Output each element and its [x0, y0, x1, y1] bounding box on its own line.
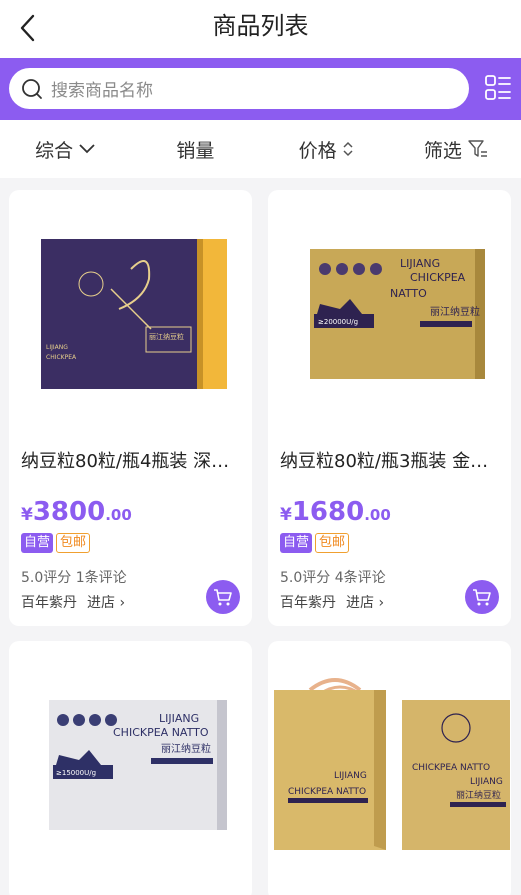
- product-card[interactable]: LIJIANG CHICKPEA NATTO CHICKPEA NATTO LI…: [268, 641, 511, 895]
- search-icon: [22, 78, 42, 99]
- search-input[interactable]: 搜索商品名称: [9, 68, 469, 109]
- sort-sales[interactable]: 销量: [130, 120, 260, 178]
- product-price: ¥1680.00: [280, 497, 391, 527]
- box-label-en3: NATTO: [390, 287, 427, 300]
- enter-shop-link[interactable]: 进店 ›: [87, 595, 125, 611]
- shop-info: 百年紫丹 进店 ›: [280, 592, 384, 612]
- shop-name: 百年紫丹: [21, 595, 77, 611]
- product-name[interactable]: 纳豆粒80粒/瓶3瓶装 金色礼盒: [280, 447, 502, 473]
- sort-price[interactable]: 价格: [261, 120, 391, 178]
- box-label-en2: LIJIANG: [470, 777, 503, 787]
- product-rating: 5.0评分 1条评论: [21, 570, 127, 586]
- add-to-cart-button[interactable]: [206, 580, 240, 614]
- sort-updown-icon: [343, 141, 353, 157]
- sort-sales-label: 销量: [176, 139, 215, 162]
- filter-icon: [468, 140, 487, 157]
- product-card[interactable]: 丽江纳豆粒 LIJIANG CHICKPEA 纳豆粒80粒/瓶4瓶装 深紫礼盒 …: [9, 190, 252, 626]
- shop-name: 百年紫丹: [280, 595, 336, 611]
- sort-filter-label: 筛选: [423, 139, 462, 162]
- add-to-cart-button[interactable]: [465, 580, 499, 614]
- enter-shop-link[interactable]: 进店 ›: [346, 595, 384, 611]
- top-bar: 商品列表: [0, 0, 521, 58]
- free-shipping-tag: 包邮: [315, 533, 350, 553]
- sort-price-label: 价格: [298, 139, 337, 162]
- product-card[interactable]: ≥15000U/g LIJIANG CHICKPEA NATTO 丽江纳豆粒: [9, 641, 252, 895]
- box-badge: ≥20000U/g: [318, 318, 358, 326]
- list-view-toggle-icon[interactable]: [485, 74, 511, 102]
- sort-bar: 综合 销量 价格 筛选: [0, 120, 521, 178]
- self-operated-tag: 自营: [21, 533, 54, 553]
- product-card[interactable]: ≥20000U/g LIJIANG CHICKPEA NATTO 丽江纳豆粒 纳…: [268, 190, 511, 626]
- box-label-en2: CHICKPEA: [46, 354, 77, 361]
- product-rating: 5.0评分 4条评论: [280, 570, 386, 586]
- product-name[interactable]: 纳豆粒80粒/瓶4瓶装 深紫礼盒: [21, 447, 243, 473]
- product-image[interactable]: 丽江纳豆粒 LIJIANG CHICKPEA: [9, 190, 252, 428]
- product-image[interactable]: LIJIANG CHICKPEA NATTO CHICKPEA NATTO LI…: [268, 641, 511, 879]
- box-label-cn: 丽江纳豆粒: [161, 742, 211, 755]
- box-label-en2: CHICKPEA NATTO: [113, 726, 209, 739]
- box-label-cn: 丽江纳豆粒: [430, 305, 480, 318]
- box-label-cn: 丽江纳豆粒: [149, 332, 184, 341]
- chevron-down-icon: [79, 144, 95, 154]
- search-placeholder: 搜索商品名称: [51, 81, 153, 101]
- box-label-en1: LIJIANG: [46, 344, 68, 351]
- cart-icon: [214, 589, 232, 606]
- box-badge: ≥15000U/g: [56, 769, 96, 777]
- box-label-en1: LIJIANG: [400, 257, 440, 270]
- box-label-en1: LIJIANG: [159, 712, 199, 725]
- product-image[interactable]: ≥15000U/g LIJIANG CHICKPEA NATTO 丽江纳豆粒: [9, 641, 252, 879]
- bag-label-en1: LIJIANG: [334, 771, 367, 781]
- sort-comprehensive[interactable]: 综合: [0, 120, 130, 178]
- search-bar: 搜索商品名称: [0, 58, 521, 120]
- cart-icon: [473, 589, 491, 606]
- box-label-en1: CHICKPEA NATTO: [412, 763, 490, 773]
- self-operated-tag: 自营: [280, 533, 313, 553]
- sort-filter[interactable]: 筛选: [391, 120, 521, 178]
- page-title: 商品列表: [212, 12, 309, 40]
- box-label-en2: CHICKPEA: [410, 271, 466, 284]
- product-price: ¥3800.00: [21, 497, 132, 527]
- sort-comprehensive-label: 综合: [35, 139, 74, 162]
- box-label-cn: 丽江纳豆粒: [456, 789, 501, 801]
- product-image[interactable]: ≥20000U/g LIJIANG CHICKPEA NATTO 丽江纳豆粒: [268, 190, 511, 428]
- bag-label-en2: CHICKPEA NATTO: [288, 787, 366, 797]
- shop-info: 百年紫丹 进店 ›: [21, 592, 125, 612]
- free-shipping-tag: 包邮: [56, 533, 91, 553]
